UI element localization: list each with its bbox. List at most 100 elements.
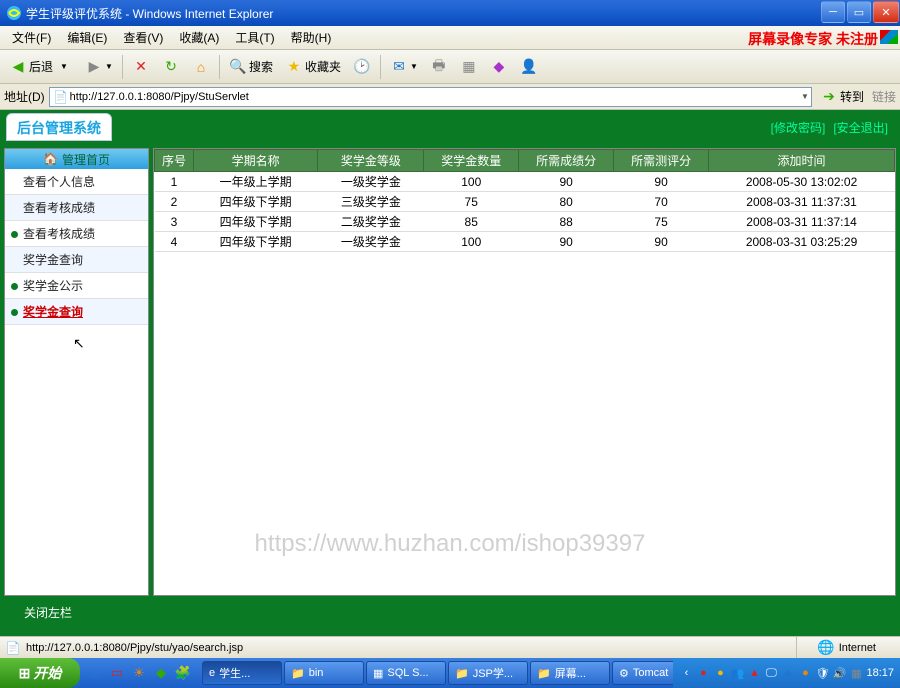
history-icon: 🕑 [353, 58, 371, 76]
sidebar-item-label: 查看考核成绩 [23, 199, 95, 216]
ql-icon[interactable]: ◆ [152, 664, 170, 682]
separator [380, 55, 381, 79]
home-icon: ⌂ [192, 58, 210, 76]
menu-tools[interactable]: 工具(T) [227, 27, 282, 48]
status-text: http://127.0.0.1:8080/Pjpy/stu/yao/searc… [26, 642, 243, 654]
page-icon: 📄 [4, 639, 22, 657]
tray-icon[interactable]: ▲ [747, 666, 761, 680]
clock[interactable]: 18:17 [866, 667, 894, 679]
sidebar-item[interactable]: 查看考核成绩 [5, 195, 148, 221]
dropdown-icon: ▼ [55, 58, 73, 76]
back-label: 后退 [29, 58, 53, 75]
start-button[interactable]: ⊞ 开始 [0, 658, 80, 688]
task-icon: 📁 [455, 667, 469, 680]
window-close-button[interactable]: ✕ [873, 1, 899, 23]
table-cell: 四年级下学期 [193, 212, 318, 232]
table-cell: 2008-03-31 11:37:31 [709, 192, 895, 212]
collapse-sidebar-link[interactable]: 关闭左栏 [0, 600, 900, 624]
address-input[interactable] [70, 89, 801, 105]
sidebar-item[interactable]: 奖学金查询 [5, 299, 148, 325]
globe-icon: 🌐 [817, 639, 835, 657]
tray-icon[interactable]: 👥 [730, 666, 744, 680]
task-button[interactable]: ⚙Tomcat [612, 661, 673, 685]
windows-flag-icon [880, 30, 898, 44]
links-label[interactable]: 链接 [872, 88, 896, 105]
edit-button[interactable]: ▦ [455, 54, 483, 80]
security-zone: 🌐 Internet [796, 637, 896, 658]
menu-file[interactable]: 文件(F) [4, 27, 59, 48]
sidebar-item-label: 奖学金公示 [23, 277, 83, 294]
stop-button[interactable]: ✕ [127, 54, 155, 80]
table-cell: 90 [614, 232, 709, 252]
table-cell: 1 [155, 172, 194, 192]
address-input-wrap[interactable]: 📄 ▼ [49, 87, 812, 107]
task-button[interactable]: e 学生... [202, 661, 282, 685]
task-button[interactable]: 📁 JSP学... [448, 661, 528, 685]
page-banner: 后台管理系统 [修改密码] [安全退出] [0, 110, 900, 144]
logout-link[interactable]: [安全退出] [833, 119, 888, 136]
task-label: SQL S... [387, 667, 428, 679]
ie-quick-icon[interactable]: e [86, 664, 104, 682]
tray-icon[interactable]: 🖵 [764, 666, 778, 680]
tray-icon[interactable]: ● [798, 666, 812, 680]
misc-button[interactable]: ◆ [485, 54, 513, 80]
home-button[interactable]: ⌂ [187, 54, 215, 80]
window-minimize-button[interactable]: ─ [821, 1, 845, 23]
go-button[interactable]: ➔转到 [816, 88, 868, 106]
menu-help[interactable]: 帮助(H) [283, 27, 340, 48]
edit-icon: ▦ [460, 58, 478, 76]
sidebar-header[interactable]: 🏠 管理首页 [5, 149, 148, 169]
task-button[interactable]: 📁屏幕... [530, 661, 610, 685]
print-button[interactable]: 🖶 [425, 54, 453, 80]
table-cell: 100 [424, 172, 519, 192]
tray-icon[interactable]: 🛡 [815, 666, 829, 680]
dropdown-icon[interactable]: ▼ [801, 92, 809, 101]
sidebar-item[interactable]: 奖学金查询 [5, 247, 148, 273]
messenger-button[interactable]: 👤 [515, 54, 543, 80]
task-icon: ⚙ [619, 667, 629, 680]
window-titlebar: 学生评级评优系统 - Windows Internet Explorer ─ ▭… [0, 0, 900, 26]
tray-icon[interactable]: 🔊 [832, 666, 846, 680]
table-header: 学期名称 [193, 150, 318, 172]
menu-edit[interactable]: 编辑(E) [59, 27, 115, 48]
task-icon: e [209, 667, 215, 679]
task-label: 学生... [219, 665, 250, 681]
windows-logo-icon: ⊞ [19, 665, 31, 682]
menu-view[interactable]: 查看(V) [115, 27, 171, 48]
sidebar-item-label: 查看个人信息 [23, 173, 95, 190]
tray-icon[interactable]: ◆ [781, 666, 795, 680]
task-button[interactable]: 📁bin [284, 661, 364, 685]
window-maximize-button[interactable]: ▭ [847, 1, 871, 23]
sidebar-item[interactable]: 查看考核成绩 [5, 221, 148, 247]
tray-icon[interactable]: ● [713, 666, 727, 680]
search-button[interactable]: 🔍搜索 [224, 54, 278, 80]
unregistered-banner: 屏幕录像专家 未注册 [748, 29, 878, 49]
separator [219, 55, 220, 79]
quick-launch: e ▭ ☀ ◆ 🧩 [80, 664, 198, 682]
refresh-button[interactable]: ↻ [157, 54, 185, 80]
tray-icon[interactable]: ● [696, 666, 710, 680]
back-button[interactable]: ◀ 后退 ▼ [4, 54, 78, 80]
task-label: bin [309, 667, 324, 679]
task-label: JSP学... [473, 665, 513, 681]
ql-icon[interactable]: ☀ [130, 664, 148, 682]
window-title: 学生评级评优系统 - Windows Internet Explorer [26, 5, 820, 22]
show-desktop-icon[interactable]: ▭ [108, 664, 126, 682]
forward-button[interactable]: ▶▼ [80, 54, 118, 80]
table-row: 3四年级下学期二级奖学金8588752008-03-31 11:37:14 [155, 212, 895, 232]
change-password-link[interactable]: [修改密码] [771, 119, 826, 136]
tray-collapse-icon[interactable]: ‹ [679, 666, 693, 680]
mail-button[interactable]: ✉▼ [385, 54, 423, 80]
sidebar-item[interactable]: 奖学金公示 [5, 273, 148, 299]
favorites-button[interactable]: ★收藏夹 [280, 54, 346, 80]
menu-favorites[interactable]: 收藏(A) [171, 27, 227, 48]
task-button[interactable]: ▦SQL S... [366, 661, 446, 685]
sidebar-item[interactable]: 查看个人信息 [5, 169, 148, 195]
table-cell: 80 [519, 192, 614, 212]
tray-icon[interactable]: ▦ [849, 666, 863, 680]
history-button[interactable]: 🕑 [348, 54, 376, 80]
table-header: 奖学金数量 [424, 150, 519, 172]
ql-icon[interactable]: 🧩 [174, 664, 192, 682]
sidebar-item-label: 奖学金查询 [23, 303, 83, 320]
taskbar: ⊞ 开始 e ▭ ☀ ◆ 🧩 e学生...📁bin▦SQL S...📁JSP学.… [0, 658, 900, 688]
